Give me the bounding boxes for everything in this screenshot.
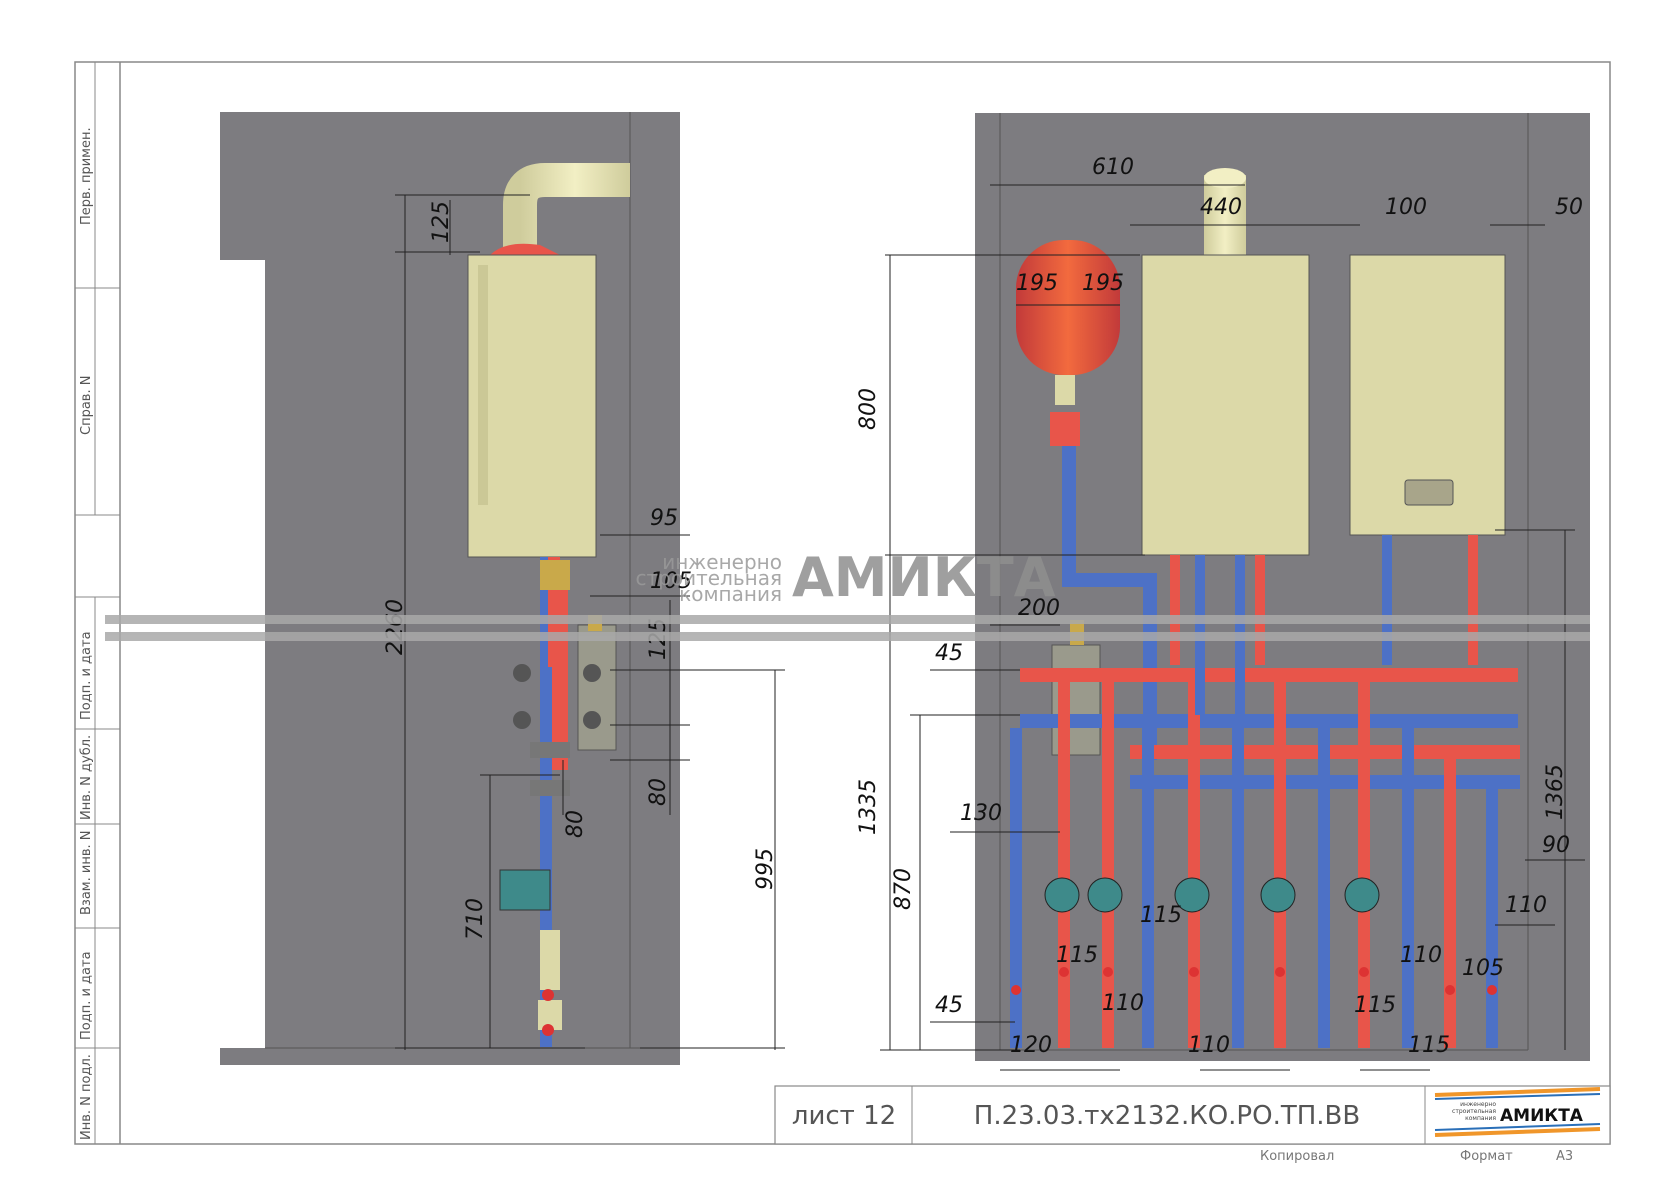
right-dim-105: 105 — [1462, 956, 1504, 981]
right-dim-115-c: 115 — [1354, 993, 1396, 1018]
right-dim-110-b: 110 — [1400, 943, 1442, 968]
logo-brand: АМИКТА — [1500, 1106, 1584, 1126]
stamp-inv-n-podl: Инв. N подл. — [79, 1054, 94, 1140]
logo-small-2: строительная — [1452, 1108, 1496, 1115]
right-dim-50: 50 — [1555, 195, 1583, 220]
left-dim-2260: 2260 — [383, 599, 408, 655]
right-dim-130: 130 — [960, 801, 1002, 826]
left-dim-95: 95 — [650, 506, 678, 531]
right-dim-195-b: 195 — [1082, 271, 1124, 296]
left-dim-125-top: 125 — [429, 201, 454, 243]
side-stamp: Перв. примен. Справ. N Подп. и дата Инв.… — [79, 127, 94, 1140]
left-dim-80-a: 80 — [646, 778, 671, 806]
stamp-sprav-n: Справ. N — [79, 376, 94, 435]
boiler-control-panel — [1404, 479, 1454, 506]
manifold-return — [1020, 714, 1518, 728]
right-dim-90: 90 — [1542, 833, 1570, 858]
stamp-podp-data-2: Подп. и дата — [79, 951, 94, 1040]
right-dim-110-d: 110 — [1505, 893, 1547, 918]
right-boiler-main — [1141, 254, 1310, 556]
drawing-sheet: Перв. примен. Справ. N Подп. и дата Инв.… — [74, 61, 1611, 1164]
right-dim-100: 100 — [1385, 195, 1427, 220]
right-dim-115-b: 115 — [1056, 943, 1098, 968]
right-dim-195-a: 195 — [1016, 271, 1058, 296]
left-dim-80-b: 80 — [563, 810, 588, 838]
left-dim-710: 710 — [463, 898, 488, 940]
right-dim-1365: 1365 — [1543, 764, 1568, 820]
right-dim-120: 120 — [1010, 1033, 1052, 1058]
right-dim-800: 800 — [856, 388, 881, 430]
format-value: А3 — [1556, 1149, 1573, 1164]
right-dim-110-a: 110 — [1102, 991, 1144, 1016]
manifold-hot — [1020, 668, 1518, 682]
right-dim-110-c: 110 — [1188, 1033, 1230, 1058]
right-dim-610: 610 — [1092, 155, 1134, 180]
sheet-number: лист 12 — [792, 1101, 896, 1131]
stamp-perv-primen: Перв. примен. — [79, 127, 94, 225]
stamp-vzam-inv-n: Взам. инв. N — [79, 831, 94, 915]
stamp-inv-n-dubl: Инв. N дубл. — [79, 735, 94, 820]
logo-small-1: инженерно — [1460, 1101, 1496, 1108]
right-dim-45-top: 45 — [935, 641, 963, 666]
left-dim-995: 995 — [753, 848, 778, 890]
logo-small-3: компания — [1465, 1115, 1496, 1122]
watermark-line3: компания — [679, 582, 782, 606]
document-code: П.23.03.тх2132.КО.РО.ТП.ВВ — [974, 1101, 1360, 1131]
right-dim-45-bottom: 45 — [935, 993, 963, 1018]
right-dim-1335: 1335 — [856, 779, 881, 835]
right-dim-115-d: 115 — [1408, 1033, 1450, 1058]
right-dim-870: 870 — [891, 868, 916, 910]
format-label: Формат — [1460, 1149, 1513, 1164]
right-dim-440: 440 — [1200, 195, 1242, 220]
stamp-podp-data-1: Подп. и дата — [79, 631, 94, 720]
right-dim-115-a: 115 — [1140, 903, 1182, 928]
copied-label: Копировал — [1260, 1149, 1334, 1164]
title-block: лист 12 П.23.03.тх2132.КО.РО.ТП.ВВ инжен… — [774, 1085, 1611, 1164]
watermark-brand: АМИКТА — [792, 546, 1056, 609]
